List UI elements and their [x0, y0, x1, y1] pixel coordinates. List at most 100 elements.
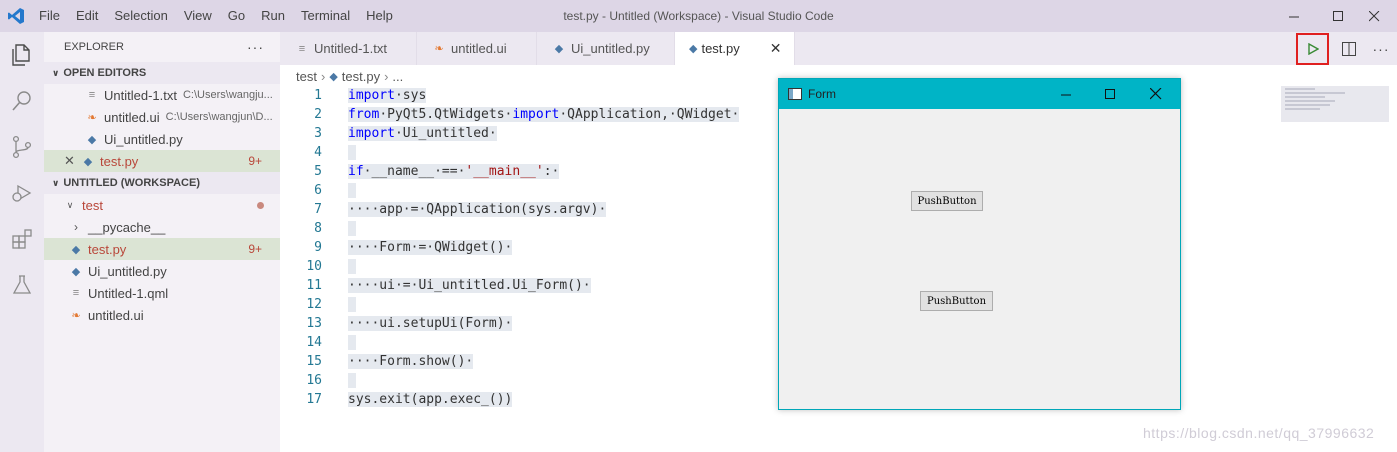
push-button-1[interactable]: PushButton: [911, 191, 983, 211]
tab-untitled-1-txt[interactable]: ≡ Untitled-1.txt: [280, 32, 417, 65]
code-text: [348, 145, 356, 160]
workspace-header[interactable]: ∨ UNTITLED (WORKSPACE): [44, 172, 280, 194]
file-name: test.py: [88, 241, 127, 257]
activity-bar: [0, 32, 44, 452]
tab-label: Ui_untitled.py: [571, 41, 650, 56]
editor-tab-bar: ≡ Untitled-1.txt ❧ untitled.ui ◆ Ui_unti…: [280, 32, 1397, 65]
close-window-icon[interactable]: [1351, 0, 1397, 32]
code-text: ····ui.setupUi(Form)·: [348, 316, 513, 331]
open-editor-item[interactable]: ❧ untitled.ui C:\Users\wangjun\D...: [44, 106, 280, 128]
open-editor-item[interactable]: ≡ Untitled-1.txt C:\Users\wangju...: [44, 84, 280, 106]
folder-test[interactable]: ∨ test: [44, 194, 280, 216]
file-name: untitled.ui: [88, 307, 144, 323]
file-ui-untitled-py[interactable]: ◆ Ui_untitled.py: [44, 260, 280, 282]
tab-test-py[interactable]: ◆ test.py ✕: [675, 32, 795, 65]
line-number: 2: [314, 107, 322, 122]
menu-help[interactable]: Help: [358, 0, 401, 32]
more-actions-icon[interactable]: ···: [1365, 32, 1397, 65]
code-text: import·sys: [348, 88, 427, 103]
code-text: [348, 259, 356, 274]
explorer-sidebar: EXPLORER ··· ∨ OPEN EDITORS ≡ Untitled-1…: [44, 32, 280, 452]
file-untitled-qml[interactable]: ≡ Untitled-1.qml: [44, 282, 280, 304]
minimap[interactable]: [1281, 86, 1389, 122]
breadcrumb-folder[interactable]: test: [296, 69, 317, 84]
menu-edit[interactable]: Edit: [68, 0, 106, 32]
file-test-py[interactable]: ◆ test.py 9+: [44, 238, 280, 260]
form-title-bar[interactable]: Form: [779, 79, 1180, 109]
code-text: [348, 373, 356, 388]
testing-flask-icon[interactable]: [0, 262, 44, 308]
open-editor-item[interactable]: ✕ ◆ test.py 9+: [44, 150, 280, 172]
python-file-icon: ◆: [71, 265, 81, 278]
ui-file-icon: ❧: [87, 111, 97, 124]
file-name: Ui_untitled.py: [104, 131, 183, 147]
code-text: ····Form.show()·: [348, 354, 474, 369]
chevron-down-icon: ∨: [52, 177, 60, 188]
line-number: 10: [306, 259, 322, 274]
close-tab-icon[interactable]: ✕: [770, 40, 782, 57]
split-editor-icon[interactable]: [1333, 32, 1365, 65]
breadcrumb-file[interactable]: test.py: [342, 69, 380, 84]
minimize-icon[interactable]: [1271, 0, 1317, 32]
file-untitled-ui[interactable]: ❧ untitled.ui: [44, 304, 280, 326]
breadcrumb-symbol[interactable]: ...: [392, 69, 403, 84]
code-text: import·Ui_untitled·: [348, 126, 497, 141]
tab-untitled-ui[interactable]: ❧ untitled.ui: [417, 32, 537, 65]
line-number: 14: [306, 335, 322, 350]
qt-form-window[interactable]: Form PushButton PushButton: [778, 78, 1181, 410]
file-path: C:\Users\wangjun\D...: [165, 111, 273, 123]
line-number: 9: [314, 240, 322, 255]
explorer-icon[interactable]: [0, 32, 44, 78]
close-editor-icon[interactable]: ✕: [64, 153, 80, 169]
vscode-logo-icon: [1, 0, 31, 32]
python-file-icon: ◆: [554, 43, 564, 55]
menu-view[interactable]: View: [176, 0, 220, 32]
menu-terminal[interactable]: Terminal: [293, 0, 358, 32]
chevron-down-icon: ∨: [52, 67, 60, 78]
python-file-icon: ◆: [71, 243, 81, 256]
line-number: 13: [306, 316, 322, 331]
minimize-icon[interactable]: [1043, 79, 1089, 109]
menu-bar: File Edit Selection View Go Run Terminal…: [31, 0, 401, 32]
close-window-icon[interactable]: [1133, 79, 1179, 109]
text-file-icon: ≡: [88, 89, 96, 101]
maximize-icon[interactable]: [1087, 79, 1133, 109]
explorer-header: EXPLORER ···: [44, 32, 280, 62]
watermark: https://blog.csdn.net/qq_37996632: [1143, 425, 1375, 441]
tab-label: Untitled-1.txt: [314, 41, 387, 56]
more-actions-icon[interactable]: ···: [247, 39, 264, 55]
code-text: from·PyQt5.QtWidgets·import·QApplication…: [348, 107, 740, 122]
tab-ui-untitled-py[interactable]: ◆ Ui_untitled.py: [537, 32, 675, 65]
push-button-2[interactable]: PushButton: [920, 291, 993, 311]
menu-run[interactable]: Run: [253, 0, 293, 32]
open-editors-header[interactable]: ∨ OPEN EDITORS: [44, 62, 280, 84]
file-name: untitled.ui: [104, 109, 160, 125]
folder-name: test: [82, 197, 103, 213]
ui-file-icon: ❧: [71, 309, 81, 322]
extensions-icon[interactable]: [0, 216, 44, 262]
chevron-right-icon: ›: [320, 68, 326, 84]
search-icon[interactable]: [0, 78, 44, 124]
problems-badge: 9+: [248, 154, 262, 168]
python-file-icon: ◆: [329, 70, 338, 83]
code-text: [348, 335, 356, 350]
workspace-title: UNTITLED (WORKSPACE): [63, 177, 200, 189]
title-bar: File Edit Selection View Go Run Terminal…: [0, 0, 1397, 32]
line-number: 12: [306, 297, 322, 312]
open-editor-item[interactable]: ◆ Ui_untitled.py: [44, 128, 280, 150]
folder-pycache[interactable]: › __pycache__: [44, 216, 280, 238]
menu-file[interactable]: File: [31, 0, 68, 32]
problems-badge: 9+: [248, 242, 262, 256]
run-debug-icon[interactable]: [0, 170, 44, 216]
explorer-title: EXPLORER: [64, 41, 124, 53]
ui-file-icon: ❧: [434, 43, 444, 55]
menu-selection[interactable]: Selection: [106, 0, 175, 32]
text-file-icon: ≡: [72, 287, 80, 299]
line-number: 5: [314, 164, 322, 179]
python-file-icon: ◆: [83, 155, 93, 168]
file-name: Untitled-1.txt: [104, 87, 177, 103]
source-control-icon[interactable]: [0, 124, 44, 170]
run-python-file-button[interactable]: [1296, 32, 1329, 65]
menu-go[interactable]: Go: [220, 0, 253, 32]
line-number: 8: [314, 221, 322, 236]
